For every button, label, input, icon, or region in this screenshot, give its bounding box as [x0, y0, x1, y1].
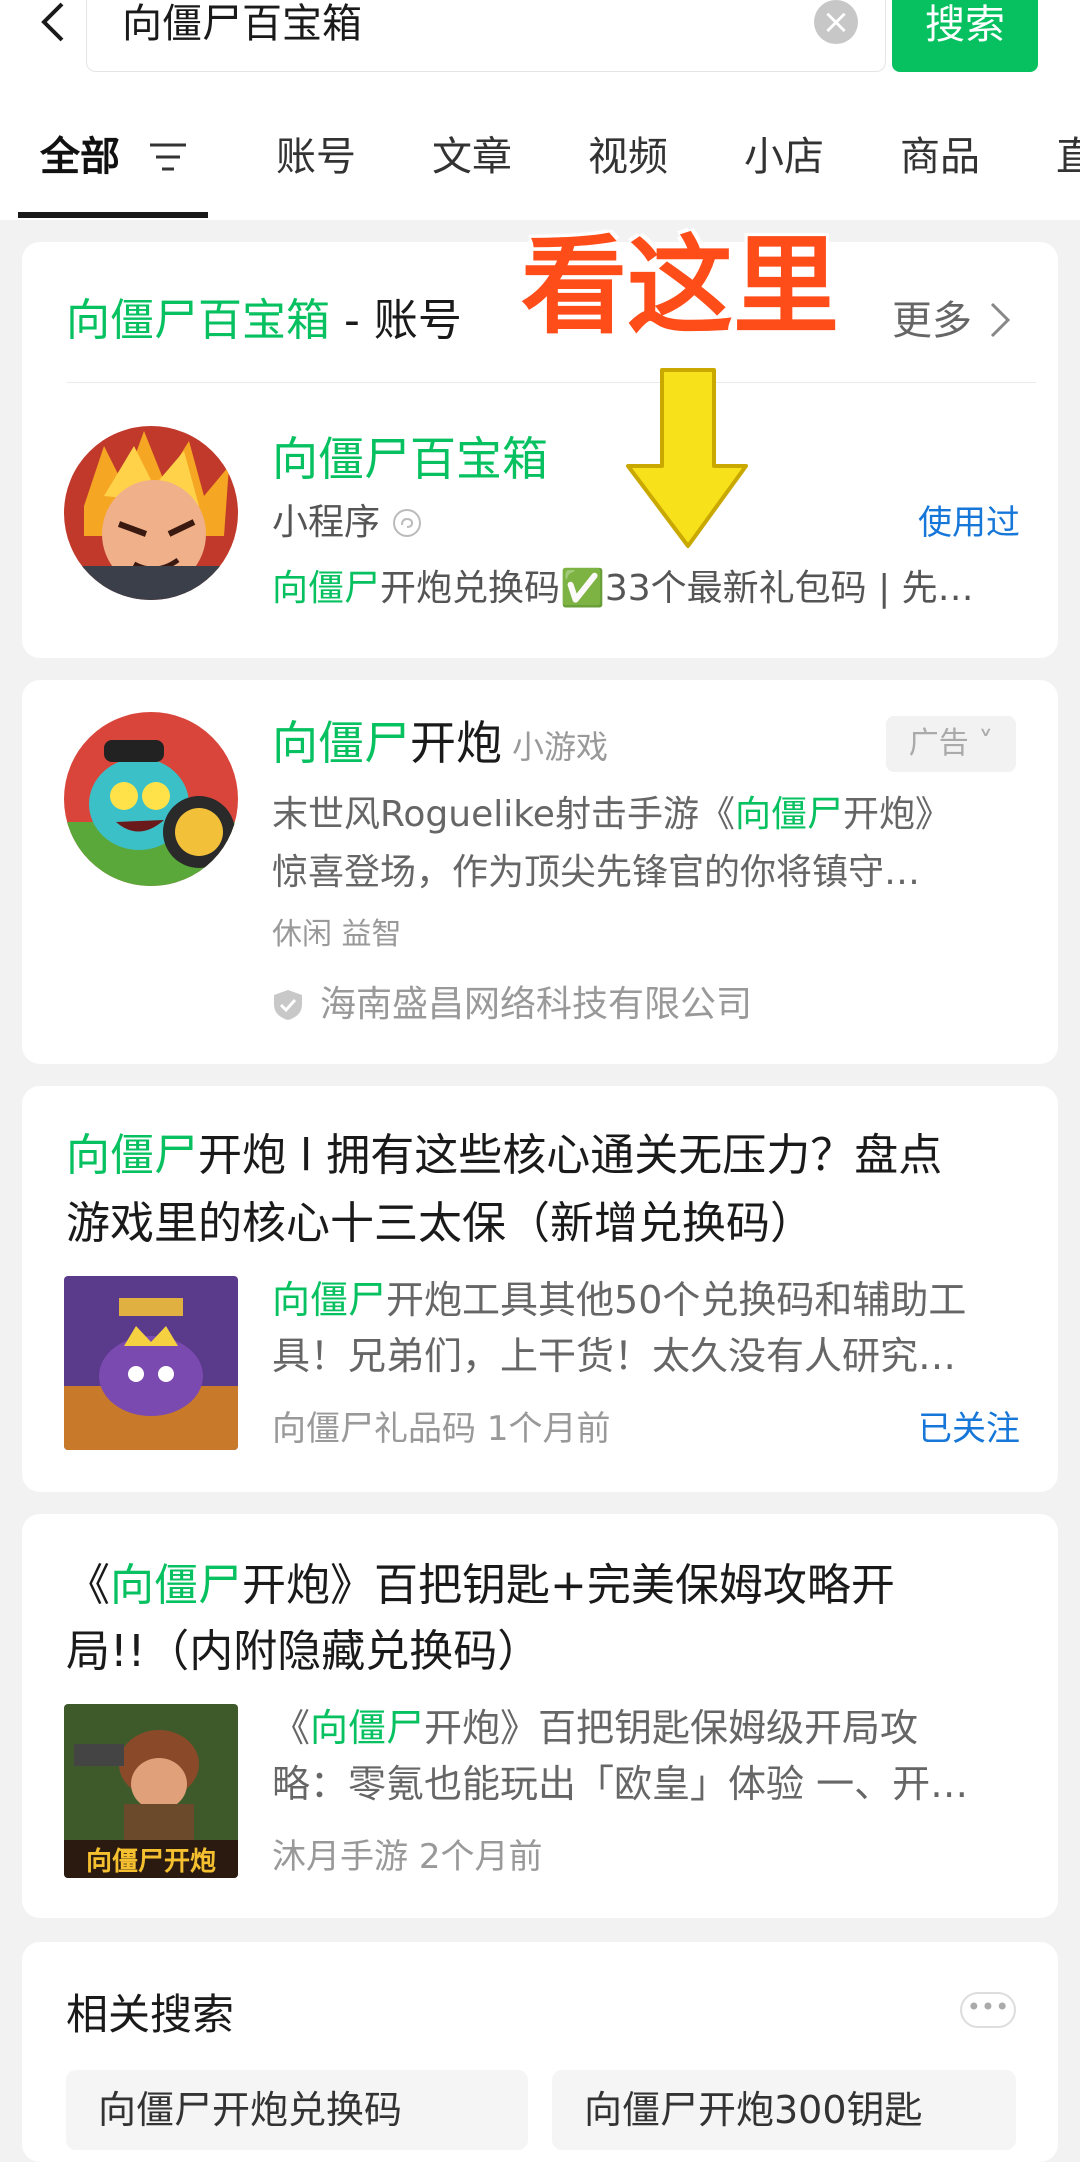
title-rest: 开炮 l 拥有这些核心通关无压力？盘点 [198, 1130, 943, 1181]
account-type: 小程序 [272, 502, 381, 543]
desc-keyword: 向僵尸 [272, 568, 381, 609]
tab-shops[interactable]: 小店 [744, 130, 824, 184]
game-description-line1: 末世风Roguelike射击手游《向僵尸开炮》 [272, 788, 1022, 842]
post-time: 1个月前 [486, 1409, 611, 1449]
source-name: 沐月手游 [272, 1837, 408, 1877]
article-title-line1[interactable]: 向僵尸开炮 l 拥有这些核心通关无压力？盘点 [66, 1126, 1026, 1186]
ad-badge[interactable]: 广告 ˅ [886, 716, 1016, 772]
source-name: 向僵尸礼品码 [272, 1409, 476, 1449]
game-type-label: 小游戏 [512, 728, 609, 766]
developer-name: 海南盛昌网络科技有限公司 [320, 984, 753, 1025]
section-title-keyword: 向僵尸百宝箱 [66, 295, 330, 346]
filter-icon[interactable] [148, 140, 188, 174]
article-snippet-line1: 向僵尸开炮工具其他50个兑换码和辅助工 [272, 1272, 1022, 1328]
game-name[interactable]: 向僵尸开炮 [272, 712, 502, 774]
search-query-text: 向僵尸百宝箱 [122, 1, 362, 47]
verified-shield-icon [274, 990, 302, 1020]
game-name-keyword: 向僵尸 [272, 716, 410, 770]
article-thumbnail[interactable]: 向僵尸开炮 [64, 1704, 238, 1878]
article-title-line1[interactable]: 《向僵尸开炮》百把钥匙+完美保姆攻略开 [66, 1556, 1026, 1616]
tab-all[interactable]: 全部 [40, 130, 120, 184]
article-title-line2[interactable]: 游戏里的核心十三太保（新增兑换码） [66, 1194, 814, 1254]
more-link[interactable]: 更多 [892, 294, 972, 348]
title-rest: 开炮》百把钥匙+完美保姆攻略开 [242, 1560, 895, 1611]
used-before-label: 使用过 [918, 503, 1020, 543]
account-name[interactable]: 向僵尸百宝箱 [272, 428, 548, 490]
search-button[interactable]: 搜索 [892, 0, 1038, 72]
section-title: 向僵尸百宝箱 - 账号 [66, 292, 462, 350]
section-title-suffix: - 账号 [330, 295, 462, 346]
tab-articles[interactable]: 文章 [432, 130, 512, 184]
desc-rest: 开炮兑换码✅33个最新礼包码 | 先… [380, 568, 974, 609]
title-keyword: 向僵尸 [66, 1130, 198, 1181]
chevron-down-icon: ˅ [968, 726, 994, 761]
ad-badge-label: 广告 [908, 726, 969, 761]
more-options-icon[interactable]: ••• [960, 1992, 1016, 2028]
related-search-item[interactable]: 向僵尸开炮兑换码 [66, 2070, 528, 2150]
article-source[interactable]: 向僵尸礼品码 1个月前 [272, 1404, 610, 1454]
related-search-item[interactable]: 向僵尸开炮300钥匙 [552, 2070, 1016, 2150]
clear-search-icon[interactable]: × [814, 0, 858, 44]
overlay-look-here-text: 看这里 [521, 225, 839, 348]
desc-pre: 末世风Roguelike射击手游《 [272, 794, 735, 835]
article-snippet-line2: 具！兄弟们，上干货！太久没有人研究… [272, 1334, 957, 1378]
article-thumbnail[interactable] [64, 1276, 238, 1450]
game-name-rest: 开炮 [410, 716, 502, 770]
game-description-line2: 惊喜登场，作为顶尖先锋官的你将镇守… [272, 852, 921, 893]
snippet-rest: 开炮》百把钥匙保姆级开局攻 [424, 1706, 919, 1750]
snippet-pre: 《 [272, 1706, 311, 1750]
post-time: 2个月前 [418, 1837, 543, 1877]
tab-accounts[interactable]: 账号 [276, 130, 356, 184]
title-pre: 《 [66, 1560, 110, 1611]
more-label: 更多 [892, 298, 972, 344]
tab-live[interactable]: 直 [1056, 130, 1080, 184]
article-source[interactable]: 沐月手游 2个月前 [272, 1832, 542, 1882]
tab-products[interactable]: 商品 [900, 130, 980, 184]
article-snippet-line1: 《向僵尸开炮》百把钥匙保姆级开局攻 [272, 1700, 1022, 1756]
article-title-line2[interactable]: 局!!（内附隐藏兑换码） [66, 1622, 541, 1682]
game-tags: 休闲 益智 [272, 917, 402, 952]
divider [66, 382, 1036, 383]
arrow-down-icon [626, 368, 748, 548]
thumbnail-logo-text: 向僵尸开炮 [86, 1846, 216, 1877]
followed-label: 已关注 [918, 1409, 1020, 1449]
account-description: 向僵尸开炮兑换码✅33个最新礼包码 | 先… [272, 562, 1002, 616]
tab-videos[interactable]: 视频 [588, 130, 668, 184]
title-keyword: 向僵尸 [110, 1560, 242, 1611]
desc-post: 开炮》 [842, 794, 951, 835]
chevron-right-icon [990, 302, 1011, 338]
snippet-keyword: 向僵尸 [310, 1706, 425, 1750]
desc-keyword: 向僵尸 [734, 794, 843, 835]
game-icon[interactable] [64, 712, 238, 886]
snippet-rest: 开炮工具其他50个兑换码和辅助工 [386, 1278, 967, 1322]
article-snippet-line2: 略：零氪也能玩出「欧皇」体验 一、开… [272, 1762, 969, 1806]
back-arrow-icon[interactable] [30, 0, 80, 50]
account-avatar[interactable] [64, 426, 238, 600]
related-searches-title: 相关搜索 [66, 1990, 235, 2039]
snippet-keyword: 向僵尸 [272, 1278, 387, 1322]
mini-program-icon [393, 509, 421, 537]
tab-active-indicator [18, 212, 208, 218]
